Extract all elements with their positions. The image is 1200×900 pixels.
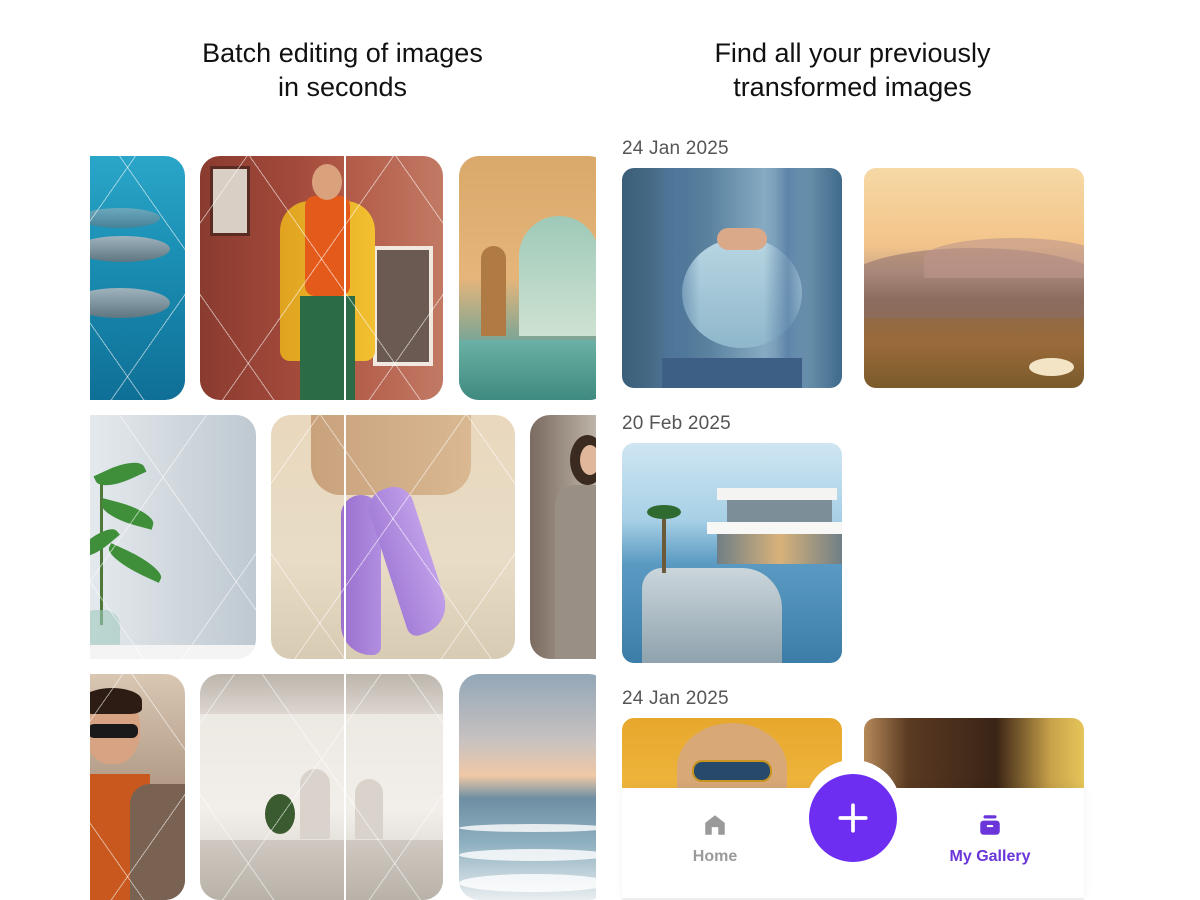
batch-edit-mosaic <box>90 156 596 900</box>
gallery-thumbnail-pregnant-woman[interactable] <box>622 168 842 388</box>
gallery-thumbnail-sunset-hills[interactable] <box>864 168 1084 388</box>
before-after-divider <box>344 674 346 900</box>
mosaic-image-arches <box>459 156 596 400</box>
before-after-divider <box>344 415 346 659</box>
mosaic-image-dolphins <box>90 156 185 400</box>
right-headline: Find all your previously transformed ima… <box>620 36 1085 104</box>
gallery-thumbnail-wood-interior[interactable] <box>864 718 1084 798</box>
left-headline-line1: Batch editing of images <box>202 38 483 68</box>
before-after-divider <box>344 156 346 400</box>
nav-home-label: Home <box>692 848 738 865</box>
right-headline-line2: transformed images <box>733 72 972 102</box>
add-button[interactable] <box>809 774 897 862</box>
gallery-date-label: 20 Feb 2025 <box>622 413 731 434</box>
mosaic-image-interior <box>200 674 443 900</box>
plus-icon <box>838 803 868 833</box>
mosaic-image-woman <box>530 415 596 659</box>
gallery-date-label: 24 Jan 2025 <box>622 138 729 159</box>
mosaic-image-beach <box>459 674 596 900</box>
nav-gallery-label: My Gallery <box>949 848 1031 865</box>
left-headline: Batch editing of images in seconds <box>90 36 595 104</box>
mosaic-image-purple-boots <box>271 415 515 659</box>
mosaic-image-man-sunglasses <box>90 674 185 900</box>
gallery-date-label: 24 Jan 2025 <box>622 688 729 709</box>
mosaic-image-yellow-coat <box>200 156 443 400</box>
nav-item-my-gallery[interactable]: My Gallery <box>930 812 1050 866</box>
gallery-icon <box>980 815 1000 835</box>
sample-watermark <box>90 156 185 400</box>
left-headline-line2: in seconds <box>277 72 408 102</box>
nav-item-home[interactable]: Home <box>655 812 775 866</box>
right-headline-line1: Find all your previously <box>714 38 991 68</box>
home-icon <box>705 815 725 835</box>
gallery-thumbnail-cliff-house[interactable] <box>622 443 842 663</box>
mosaic-image-plant <box>90 415 256 659</box>
